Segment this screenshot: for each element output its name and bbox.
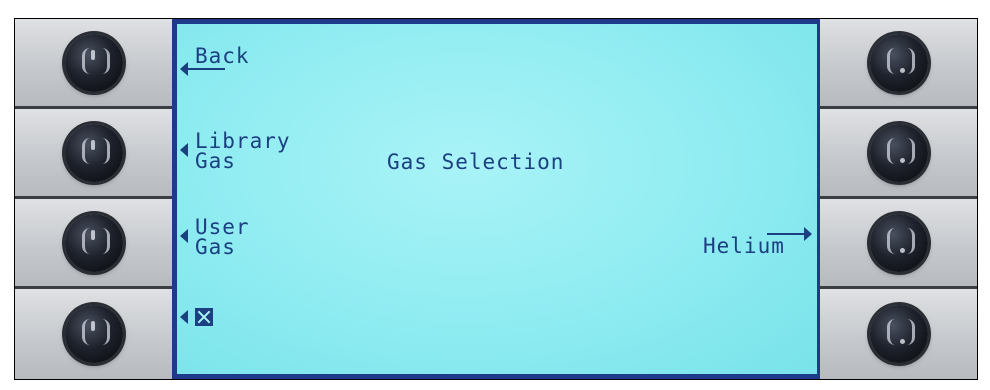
right-softkey-1-button[interactable] <box>869 33 928 92</box>
right-bezel <box>820 19 977 379</box>
library-gas-arrow-icon <box>180 143 188 157</box>
left-bezel <box>15 19 172 379</box>
right-softkey-2-button[interactable] <box>869 123 928 182</box>
left-softkey-1-button[interactable] <box>64 33 123 92</box>
right-softkey-row-3 <box>820 199 977 289</box>
softkey-helium-label[interactable]: Helium <box>703 236 785 257</box>
left-softkey-row-4 <box>15 289 172 379</box>
left-softkey-row-1 <box>15 19 172 109</box>
close-icon[interactable] <box>195 308 213 326</box>
back-arrow-icon <box>180 62 188 76</box>
screen-title: Gas Selection <box>387 150 565 174</box>
user-gas-arrow-icon <box>180 229 188 243</box>
left-softkey-3-button[interactable] <box>64 213 123 272</box>
helium-arrow-icon <box>804 227 812 241</box>
lcd-screen: Back Library Gas Gas Selection User Gas … <box>177 24 817 374</box>
right-softkey-row-2 <box>820 109 977 199</box>
library-gas-line-1: Library <box>195 129 291 153</box>
left-softkey-4-button[interactable] <box>64 305 123 363</box>
lcd-frame: Back Library Gas Gas Selection User Gas … <box>172 19 822 379</box>
softkey-library-gas-label[interactable]: Library Gas <box>195 129 291 173</box>
right-softkey-3-button[interactable] <box>869 213 928 272</box>
close-arrow-icon <box>180 310 188 324</box>
softkey-back-label[interactable]: Back <box>195 46 250 67</box>
right-softkey-row-4 <box>820 289 977 379</box>
right-softkey-4-button[interactable] <box>869 305 928 363</box>
left-softkey-2-button[interactable] <box>64 123 123 182</box>
back-arrow-line <box>187 68 225 70</box>
softkey-user-gas-label[interactable]: User Gas <box>195 215 250 259</box>
helium-arrow-line <box>767 233 805 235</box>
device-panel: Back Library Gas Gas Selection User Gas … <box>14 18 978 380</box>
user-gas-line-2: Gas <box>195 235 236 259</box>
right-softkey-row-1 <box>820 19 977 109</box>
library-gas-line-2: Gas <box>195 149 236 173</box>
user-gas-line-1: User <box>195 215 250 239</box>
left-softkey-row-3 <box>15 199 172 289</box>
left-softkey-row-2 <box>15 109 172 199</box>
